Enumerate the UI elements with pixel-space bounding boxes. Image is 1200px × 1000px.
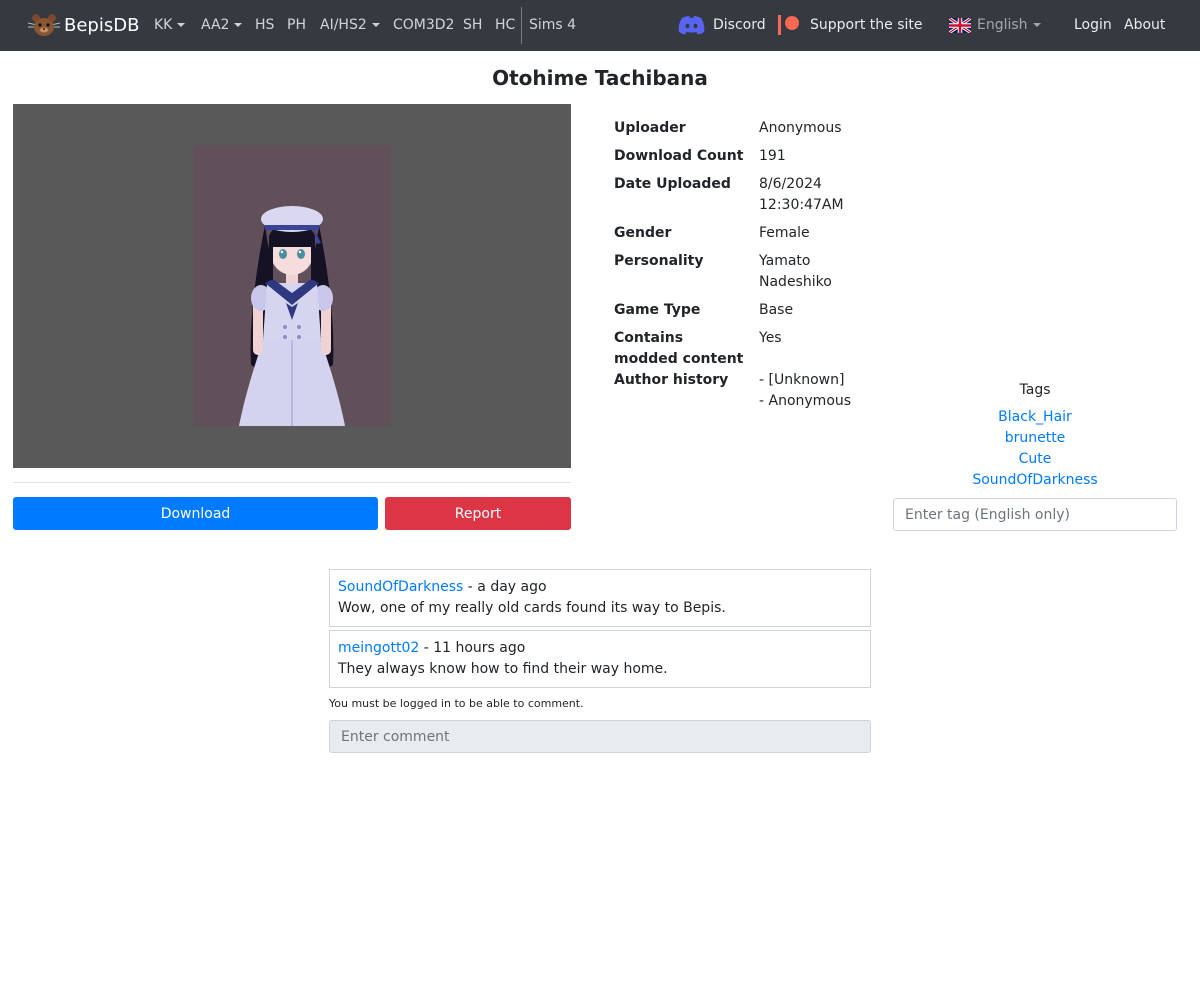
tag-link[interactable]: SoundOfDarkness	[893, 470, 1177, 491]
nav-hc-label: HC	[495, 17, 516, 33]
nav-ph-label: PH	[287, 17, 306, 33]
comment-time: - a day ago	[463, 579, 547, 595]
author-history-line-1: - [Unknown]	[759, 372, 845, 388]
nav-hc[interactable]: HC	[495, 15, 515, 35]
comment-header: meingott02 - 11 hours ago	[338, 638, 862, 659]
nav-sh-label: SH	[463, 17, 483, 33]
navbar: BepisDB KK AA2 HS PH AI/HS2 COM3D2 SH HC…	[0, 0, 1200, 51]
brand-link[interactable]: BepisDB	[28, 11, 139, 39]
tags-heading: Tags	[1019, 382, 1051, 398]
nav-ai-hs2-label: AI/HS2	[320, 17, 367, 33]
comment-author-link[interactable]: meingott02	[338, 640, 419, 656]
comment-text: Wow, one of my really old cards found it…	[338, 600, 726, 616]
nav-ai-hs2[interactable]: AI/HS2	[320, 15, 380, 35]
discord-label: Discord	[713, 17, 766, 33]
tag-link[interactable]: Cute	[893, 449, 1177, 470]
nav-hs-label: HS	[255, 17, 275, 33]
uploader-value: Anonymous	[759, 120, 842, 136]
character-card-image	[239, 206, 345, 426]
tag-link[interactable]: brunette	[893, 428, 1177, 449]
comment-item: meingott02 - 11 hours ago They always kn…	[329, 630, 871, 688]
tag-link[interactable]: Black_Hair	[893, 407, 1177, 428]
nav-ph[interactable]: PH	[287, 15, 306, 35]
login-link[interactable]: Login	[1074, 15, 1112, 35]
about-label: About	[1124, 17, 1166, 33]
date-uploaded-time: 12:30:47AM	[759, 197, 844, 213]
comment-time: - 11 hours ago	[419, 640, 526, 656]
uploader-label: Uploader	[614, 120, 686, 136]
author-history-line-2: - Anonymous	[759, 393, 852, 409]
game-type-value: Base	[759, 302, 794, 318]
personality-value: Yamato Nadeshiko	[759, 251, 832, 293]
report-button[interactable]: Report	[385, 497, 571, 530]
nav-divider	[521, 7, 522, 44]
comment-author-link[interactable]: SoundOfDarkness	[338, 579, 463, 595]
support-link[interactable]: Support the site	[778, 15, 923, 35]
nav-hs[interactable]: HS	[255, 15, 274, 35]
divider	[13, 482, 571, 483]
modded-label-line-2: modded content	[614, 351, 744, 367]
modded-content-label: Contains modded content	[614, 328, 743, 370]
nav-kk-label: KK	[154, 17, 173, 33]
game-type-label: Game Type	[614, 302, 701, 318]
language-label: English	[977, 17, 1028, 33]
comment-text: They always know how to find their way h…	[338, 661, 668, 677]
nav-sh[interactable]: SH	[463, 15, 482, 35]
download-button[interactable]: Download	[13, 497, 378, 530]
nav-sims4[interactable]: Sims 4	[529, 15, 576, 35]
nav-aa2[interactable]: AA2	[201, 15, 243, 35]
card-preview	[13, 104, 571, 468]
caret-down-icon	[371, 23, 380, 27]
uk-flag-icon	[949, 17, 971, 33]
brand-name: BepisDB	[64, 14, 140, 36]
patreon-icon	[778, 15, 799, 35]
caret-down-icon	[177, 23, 186, 27]
gender-label: Gender	[614, 225, 672, 241]
tag-input[interactable]	[893, 498, 1177, 531]
support-label: Support the site	[810, 17, 923, 33]
download-count-value: 191	[759, 148, 786, 164]
nav-sims4-label: Sims 4	[529, 17, 577, 33]
personality-label: Personality	[614, 253, 704, 269]
language-dropdown[interactable]: English	[949, 15, 1041, 35]
comment-header: SoundOfDarkness - a day ago	[338, 577, 862, 598]
nav-kk[interactable]: KK	[154, 15, 186, 35]
author-history-value: - [Unknown] - Anonymous	[759, 370, 851, 412]
date-uploaded-value: 8/6/2024 12:30:47AM	[759, 174, 844, 216]
modded-label-line-1: Contains	[614, 330, 684, 346]
comment-input[interactable]	[329, 720, 871, 753]
nav-aa2-label: AA2	[201, 17, 230, 33]
about-link[interactable]: About	[1124, 15, 1165, 35]
discord-icon	[678, 16, 705, 35]
date-uploaded-date: 8/6/2024	[759, 176, 822, 192]
download-count-label: Download Count	[614, 148, 744, 164]
nav-com3d2[interactable]: COM3D2	[393, 15, 454, 35]
nav-com3d2-label: COM3D2	[393, 17, 455, 33]
bepis-logo-icon	[28, 14, 60, 36]
personality-line-2: Nadeshiko	[759, 274, 832, 290]
modded-content-value: Yes	[759, 330, 782, 346]
personality-line-1: Yamato	[759, 253, 811, 269]
date-uploaded-label: Date Uploaded	[614, 176, 731, 192]
discord-link[interactable]: Discord	[678, 15, 766, 35]
caret-down-icon	[234, 23, 243, 27]
comment-item: SoundOfDarkness - a day ago Wow, one of …	[329, 569, 871, 627]
caret-down-icon	[1032, 23, 1041, 27]
page-title: Otohime Tachibana	[492, 66, 708, 90]
login-required-note: You must be logged in to be able to comm…	[329, 697, 584, 710]
gender-value: Female	[759, 225, 810, 241]
author-history-label: Author history	[614, 372, 729, 388]
login-label: Login	[1074, 17, 1112, 33]
